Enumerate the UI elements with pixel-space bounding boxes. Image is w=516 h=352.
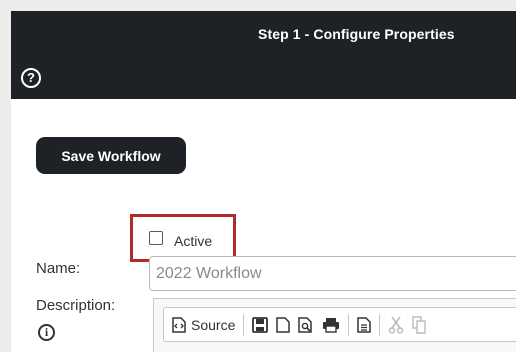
save-doc-button[interactable] bbox=[248, 311, 272, 338]
page-title: Step 1 - Configure Properties bbox=[258, 26, 455, 42]
templates-icon bbox=[357, 316, 372, 333]
header-bar: Step 1 - Configure Properties ? bbox=[11, 11, 516, 99]
active-checkbox[interactable] bbox=[149, 231, 163, 245]
info-icon: i bbox=[38, 324, 55, 341]
preview-icon bbox=[298, 316, 313, 333]
new-page-icon bbox=[276, 316, 291, 333]
copy-icon bbox=[412, 315, 427, 334]
new-page-button[interactable] bbox=[272, 311, 294, 338]
copy-button[interactable] bbox=[408, 311, 432, 338]
print-button[interactable] bbox=[318, 311, 344, 338]
toolbar-separator bbox=[379, 313, 381, 336]
save-icon bbox=[252, 316, 269, 333]
cut-button[interactable] bbox=[384, 311, 408, 338]
workflow-config-panel: Step 1 - Configure Properties ? Save Wor… bbox=[11, 11, 516, 352]
name-input[interactable] bbox=[149, 256, 516, 291]
help-icon[interactable]: ? bbox=[21, 68, 41, 88]
cut-icon bbox=[389, 316, 404, 334]
active-label: Active bbox=[174, 233, 213, 249]
source-button[interactable]: Source bbox=[168, 311, 239, 338]
save-workflow-button[interactable]: Save Workflow bbox=[36, 137, 186, 174]
description-editor[interactable]: Source bbox=[153, 298, 516, 352]
toolbar-separator bbox=[348, 313, 350, 336]
editor-toolbar: Source bbox=[163, 307, 516, 342]
source-label: Source bbox=[191, 316, 236, 333]
name-label: Name: bbox=[36, 260, 81, 277]
preview-button[interactable] bbox=[294, 311, 318, 338]
source-icon bbox=[172, 316, 186, 333]
toolbar-separator bbox=[243, 313, 245, 336]
templates-button[interactable] bbox=[353, 311, 375, 338]
description-label: Description: bbox=[36, 297, 116, 314]
print-icon bbox=[323, 317, 340, 333]
